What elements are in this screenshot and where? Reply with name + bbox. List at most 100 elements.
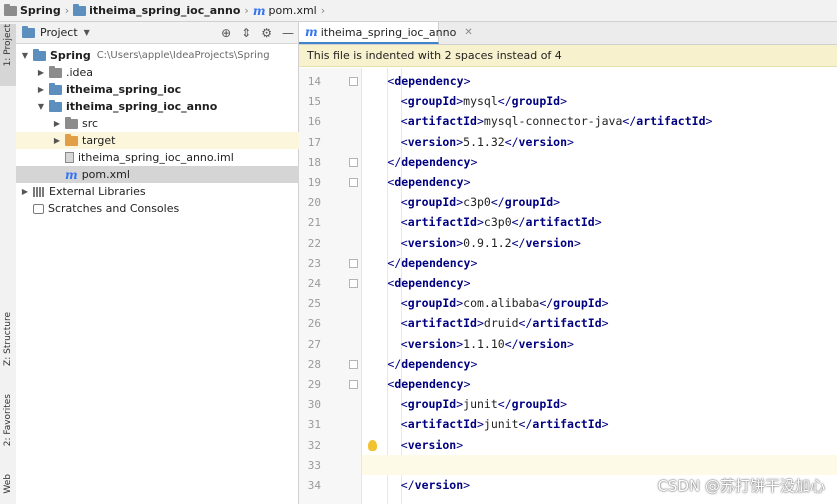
xml-bracket: <: [400, 215, 408, 230]
xml-text: 5.1.32: [463, 134, 505, 149]
fold-marker-icon[interactable]: [349, 178, 358, 187]
tree-item-path: C:\Users\apple\IdeaProjects\Spring: [96, 50, 270, 61]
code-line: </dependency >: [362, 354, 837, 374]
xml-bracket: </: [497, 94, 512, 109]
chevron-right-icon[interactable]: ▶: [36, 68, 46, 77]
code-area[interactable]: < dependency > < groupId > mysql </groupId > < art…: [362, 68, 837, 504]
chevron-right-icon: ›: [320, 4, 326, 17]
breadcrumb-item[interactable]: m pom.xml: [253, 4, 317, 18]
tree-item[interactable]: itheima_spring_ioc_anno.iml: [16, 149, 334, 166]
xml-tag-name: version: [414, 478, 464, 492]
tree-item-label: External Libraries: [49, 185, 146, 198]
line-number: 23: [307, 256, 321, 270]
code-line: < dependency >: [362, 71, 837, 91]
folder-icon: [4, 3, 17, 16]
xml-bracket: >: [601, 296, 609, 311]
line-number: 17: [307, 135, 321, 149]
xml-bracket: >: [601, 316, 609, 331]
xml-bracket: <: [387, 276, 395, 290]
lightbulb-icon[interactable]: [368, 439, 377, 451]
tree-item[interactable]: ▶ src: [16, 115, 334, 132]
xml-tag-name: groupId: [553, 296, 602, 311]
tree-item[interactable]: ▶ itheima_spring_ioc: [16, 81, 318, 98]
iml-file-icon: [65, 152, 74, 163]
code-line: < version >5.1.32 </version >: [362, 132, 837, 152]
line-number: 26: [307, 317, 321, 331]
tool-window-strip: 1: Project Z: Structure 2: Favorites Web: [0, 22, 17, 504]
chevron-right-icon: ›: [244, 4, 249, 17]
fold-marker-icon[interactable]: [349, 258, 358, 268]
xml-bracket: </: [511, 235, 526, 250]
indent-notice-banner: This file is indented with 2 spaces inst…: [299, 45, 837, 67]
xml-tag-name: groupId: [504, 195, 554, 210]
chevron-down-icon[interactable]: ▼: [36, 102, 46, 111]
project-tool-tab[interactable]: 1: Project: [0, 24, 16, 86]
favorites-tool-tab[interactable]: 2: Favorites: [0, 394, 16, 464]
xml-tag-name: version: [407, 235, 457, 250]
project-panel-title[interactable]: Project: [40, 26, 78, 39]
xml-bracket: >: [567, 336, 574, 351]
xml-bracket: >: [463, 276, 471, 290]
fold-marker-icon[interactable]: [349, 77, 358, 86]
folder-icon: [73, 3, 87, 16]
collapse-all-icon[interactable]: ⇕: [241, 25, 251, 41]
tree-item[interactable]: ▼ Spring C:\Users\apple\IdeaProjects\Sprin…: [16, 47, 302, 64]
chevron-right-icon[interactable]: ▶: [52, 119, 62, 128]
web-tool-tab[interactable]: Web: [0, 474, 16, 504]
structure-tool-tab[interactable]: Z: Structure: [0, 312, 16, 382]
close-icon[interactable]: ✕: [464, 27, 472, 38]
view-dropdown-icon[interactable]: ▼: [84, 28, 90, 37]
tree-item-label: target: [82, 134, 116, 147]
line-number: 20: [307, 196, 321, 210]
fold-marker-icon[interactable]: [349, 359, 358, 369]
breadcrumb-label: itheima_spring_ioc_anno: [89, 4, 241, 17]
project-view-icon: [22, 25, 35, 38]
xml-tag-name: groupId: [511, 397, 561, 412]
chevron-right-icon[interactable]: ▶: [52, 136, 62, 145]
xml-bracket: <: [400, 235, 408, 250]
xml-tag-name: dependency: [394, 377, 464, 391]
breadcrumb-label: pom.xml: [268, 4, 317, 17]
fold-marker-icon[interactable]: [349, 279, 358, 288]
xml-bracket: >: [560, 94, 568, 109]
gear-icon[interactable]: ⚙: [261, 25, 272, 41]
chevron-right-icon[interactable]: ▶: [36, 85, 46, 94]
chevron-right-icon[interactable]: ▶: [20, 187, 30, 196]
tree-item[interactable]: m pom.xml: [16, 166, 334, 183]
code-line: < dependency >: [362, 374, 837, 394]
tree-item[interactable]: ▼ itheima_spring_ioc_anno: [16, 98, 318, 115]
tree-item[interactable]: ▶ .idea: [16, 64, 318, 81]
structure-tool-tab-label: Z: Structure: [3, 312, 13, 366]
xml-tag-name: artifactId: [407, 114, 477, 129]
tree-item-label: itheima_spring_ioc_anno.iml: [78, 151, 234, 164]
code-line: </dependency >: [362, 253, 837, 273]
fold-marker-icon[interactable]: [349, 380, 358, 389]
xml-text: junit: [483, 417, 519, 432]
xml-bracket: </: [387, 255, 402, 270]
library-icon: [33, 186, 45, 197]
editor-tab-pom[interactable]: m itheima_spring_ioc_anno ✕: [299, 22, 473, 44]
fold-marker-icon[interactable]: [349, 157, 358, 167]
xml-tag-name: artifactId: [532, 316, 602, 331]
locate-icon[interactable]: ⊕: [221, 25, 231, 41]
breadcrumb-item[interactable]: itheima_spring_ioc_anno: [73, 3, 241, 17]
xml-bracket: </: [539, 296, 554, 311]
code-line: </dependency >: [362, 152, 837, 172]
code-line: < dependency >: [362, 273, 837, 293]
tree-item[interactable]: ▶ target: [16, 132, 334, 149]
code-line: < artifactId > druid </artifactId >: [362, 313, 837, 333]
xml-bracket: </: [511, 215, 526, 230]
xml-bracket: >: [476, 417, 484, 432]
xml-tag-name: artifactId: [407, 417, 477, 432]
tree-item[interactable]: ▶ External Libraries: [16, 183, 302, 200]
line-number: 34: [307, 479, 321, 492]
tree-item[interactable]: Scratches and Consoles: [16, 200, 302, 217]
code-line: < groupId > junit </groupId >: [362, 394, 837, 414]
watermark: CSDN @苏打饼干没加心: [657, 477, 825, 495]
line-number: 32: [307, 438, 321, 452]
hide-icon[interactable]: —: [282, 25, 294, 41]
xml-text: com.alibaba: [463, 296, 540, 311]
breadcrumb-item[interactable]: Spring: [4, 3, 61, 17]
chevron-down-icon[interactable]: ▼: [20, 51, 30, 60]
xml-bracket: <: [400, 114, 408, 129]
